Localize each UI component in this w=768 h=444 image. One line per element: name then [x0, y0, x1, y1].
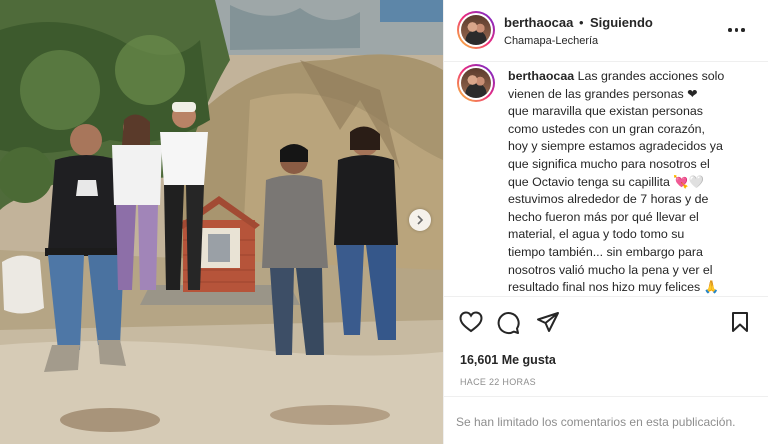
caption-comment: berthaocaa Las grandes acciones solo vie… [444, 62, 768, 296]
caption-line: hoy y siempre estamos agradecidos ya [508, 139, 723, 154]
post-photo[interactable] [0, 0, 443, 444]
caption-line: estuvimos alrededor de 7 horas y de [508, 192, 709, 207]
caption-line: material, el agua y todo tomo su [508, 227, 685, 242]
post-location[interactable]: Chamapa-Lechería [504, 35, 598, 47]
caption-text: berthaocaa Las grandes acciones solo vie… [508, 68, 758, 297]
header-separator: • [579, 15, 584, 30]
post-sidebar: berthaocaa • Siguiendo Chamapa-Lechería … [443, 0, 768, 444]
share-icon[interactable] [536, 311, 560, 333]
heart-icon[interactable] [459, 311, 483, 333]
post-actions: 16,601 Me gusta HACE 22 HORAS [444, 296, 768, 387]
comment-icon[interactable] [496, 311, 520, 335]
caption-line: tiempo también... sin embargo para [508, 244, 703, 259]
avatar-image [461, 15, 491, 45]
more-options-icon[interactable] [728, 24, 748, 36]
comments-footer: Se han limitado los comentarios en esta … [444, 396, 768, 444]
author-username[interactable]: berthaocaa [504, 15, 573, 30]
carousel-next-button[interactable] [409, 209, 431, 231]
caption-line: como ustedes con un gran corazón, [508, 121, 705, 136]
photo-scene [0, 0, 443, 444]
caption-line: que significa mucho para nosotros el [508, 156, 710, 171]
author-avatar[interactable] [457, 11, 495, 49]
avatar-image [461, 68, 491, 98]
comments-limited-notice: Se han limitado los comentarios en esta … [456, 415, 736, 429]
caption-line: berthaocaa Las grandes acciones solo [508, 69, 725, 83]
bookmark-icon[interactable] [730, 311, 750, 333]
caption-line: hecho fueron más por qué llevar el [508, 209, 699, 224]
likes-count[interactable]: 16,601 Me gusta [460, 353, 556, 367]
caption-line: que Octavio tenga su capillita 💘🤍 [508, 174, 705, 189]
caption-username[interactable]: berthaocaa [508, 69, 574, 83]
caption-line: nosotros valió mucho la pena y ver el [508, 262, 713, 277]
post-timestamp[interactable]: HACE 22 HORAS [460, 377, 536, 387]
caption-avatar[interactable] [457, 64, 495, 102]
caption-line: resultado final nos hizo muy felices 🙏 [508, 280, 720, 295]
caption-line: vienen de las grandes personas ❤ [508, 86, 698, 101]
caption-line: que maravilla que existan personas [508, 104, 703, 119]
following-button[interactable]: Siguiendo [590, 15, 653, 30]
chevron-right-icon [417, 215, 424, 225]
post-header: berthaocaa • Siguiendo Chamapa-Lechería [444, 0, 768, 62]
instagram-post: berthaocaa • Siguiendo Chamapa-Lechería … [0, 0, 768, 444]
